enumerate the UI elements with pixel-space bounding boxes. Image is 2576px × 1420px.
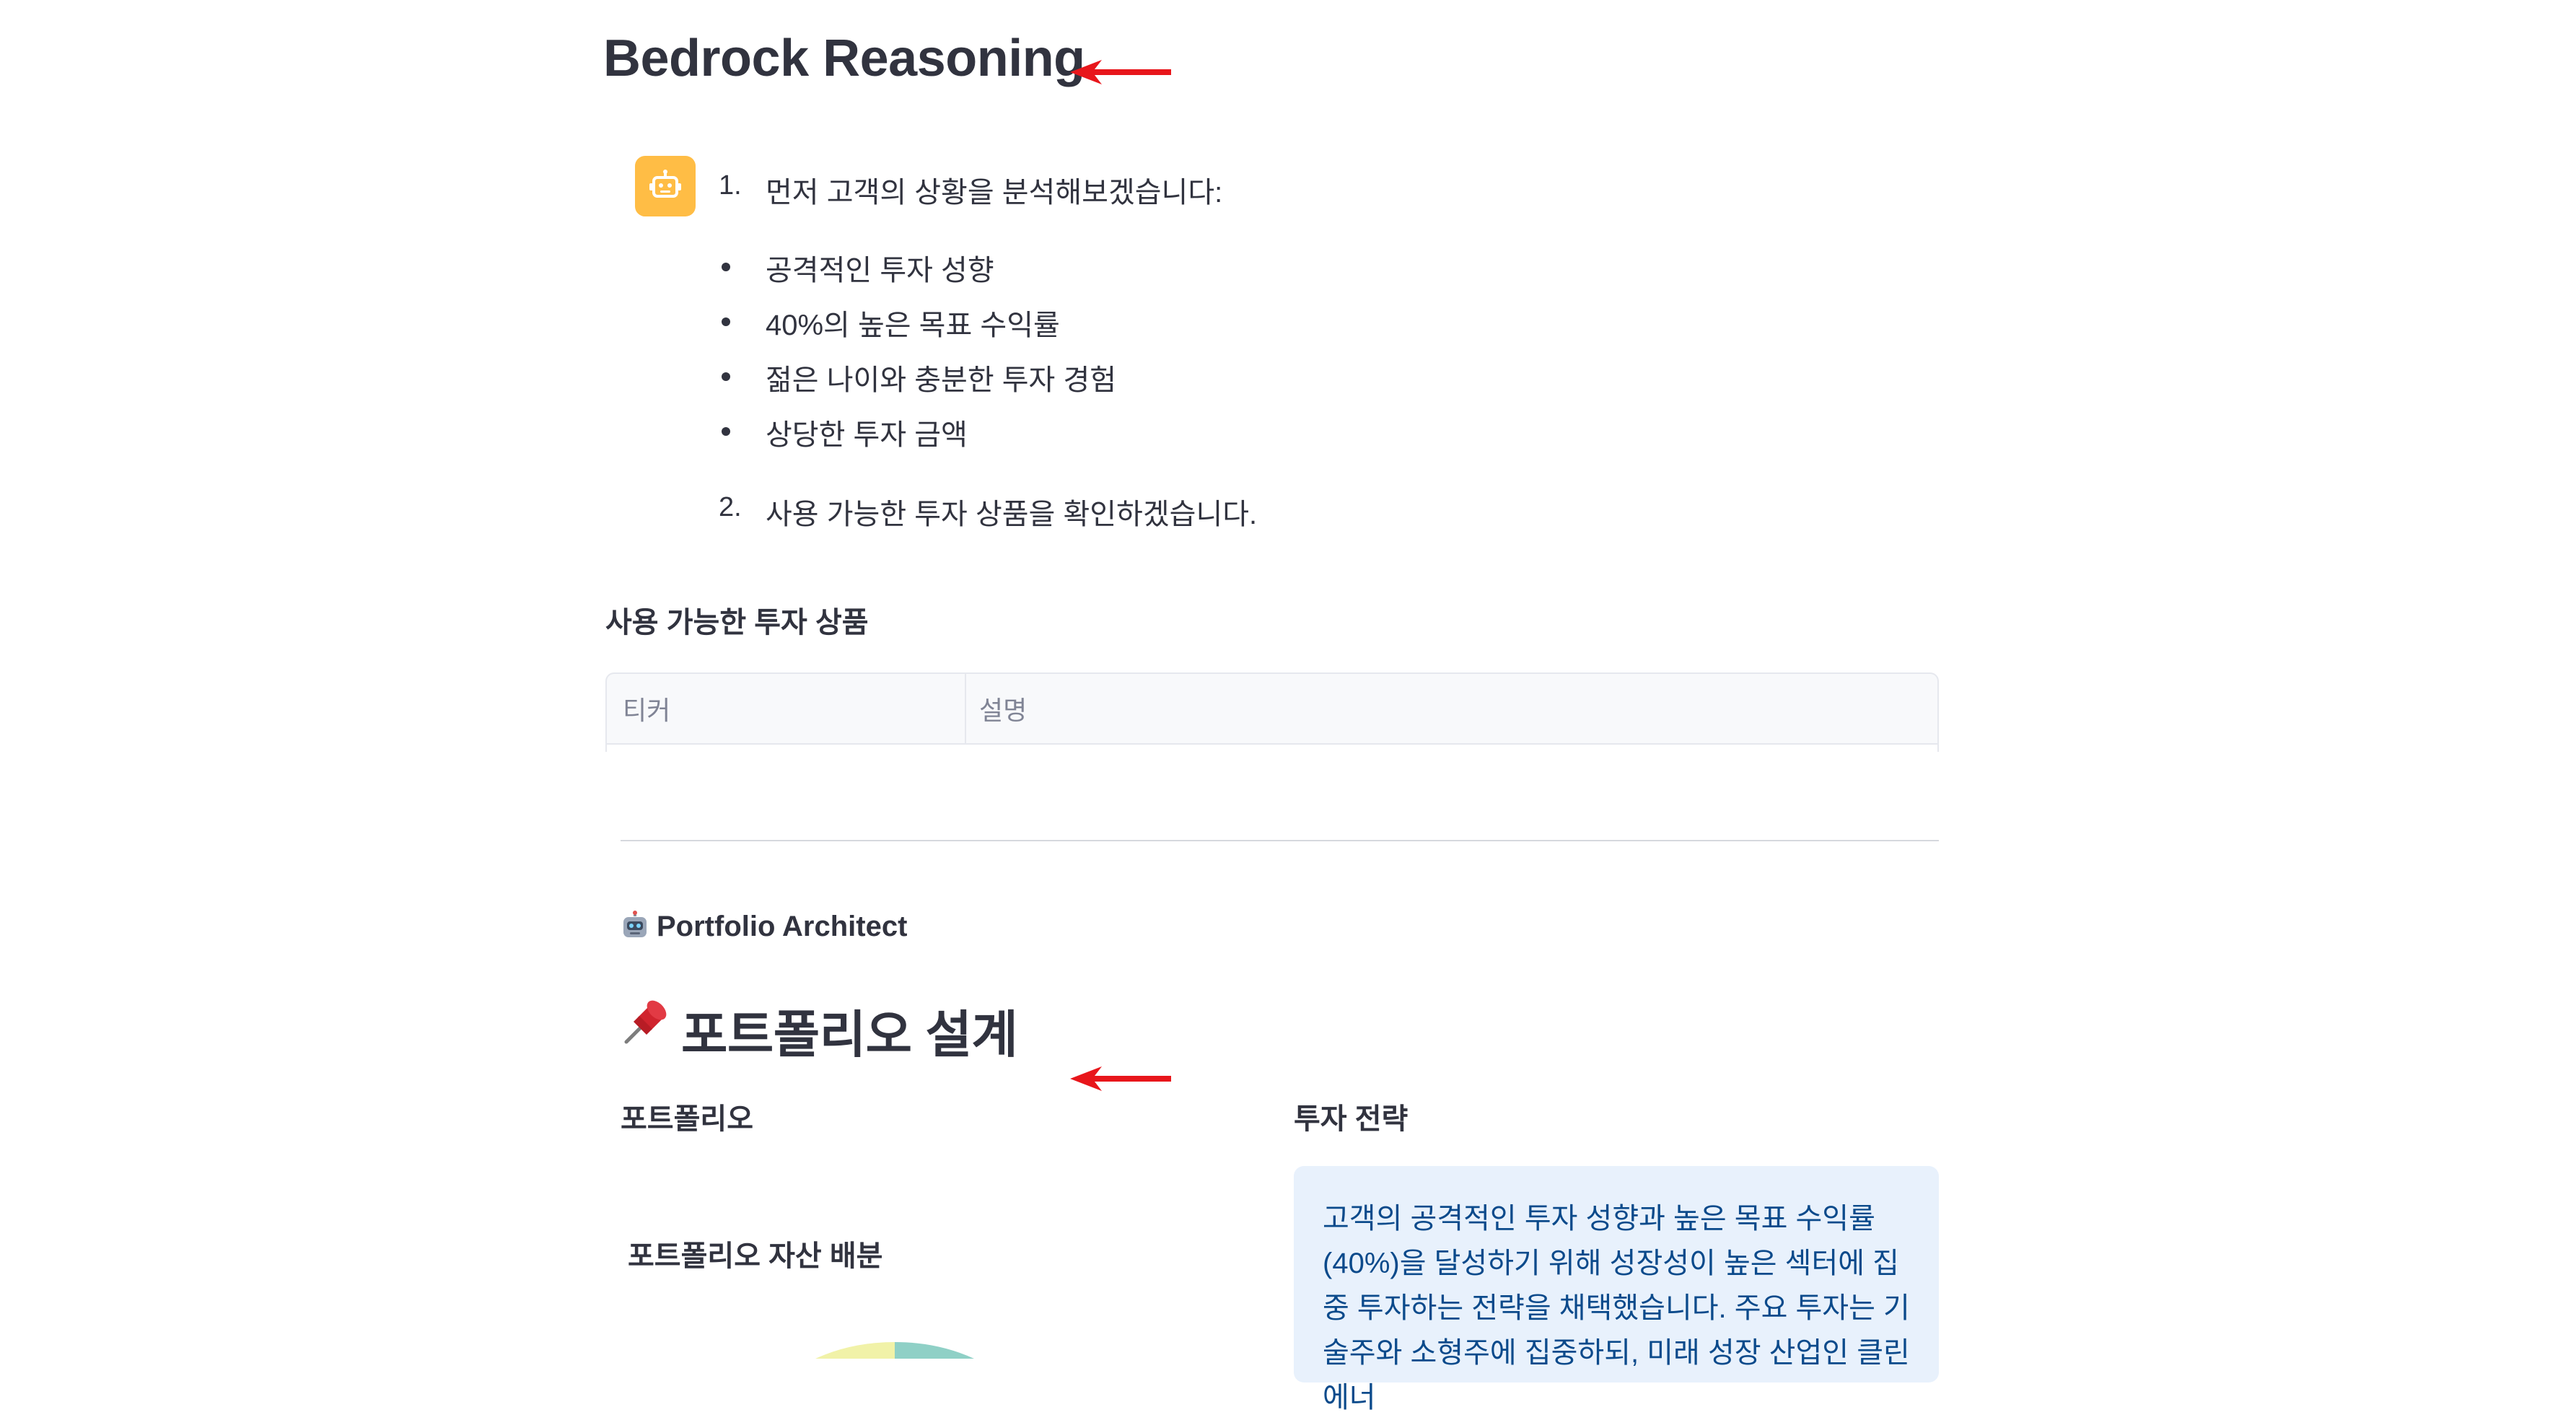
bullet-dot	[722, 427, 730, 436]
header-divider	[607, 743, 1937, 745]
section-title: 포트폴리오 설계	[681, 1007, 1018, 1063]
column-divider[interactable]	[965, 674, 966, 752]
annotation-arrow	[1070, 1066, 1171, 1091]
strategy-text: 고객의 공격적인 투자 성향과 높은 목표 수익률 (40%)을 달성하기 위해…	[1323, 1203, 1910, 1414]
strategy-info-box: 고객의 공격적인 투자 성향과 높은 목표 수익률 (40%)을 달성하기 위해…	[1294, 1166, 1939, 1414]
robot-icon	[649, 170, 681, 198]
products-heading: 사용 가능한 투자 상품	[605, 607, 869, 639]
step-text: 먼저 고객의 상황을 분석해보겠습니다:	[766, 177, 1223, 209]
step-number: 1.	[719, 170, 742, 201]
pushpin-icon	[619, 996, 673, 1049]
bullet-dot	[722, 372, 730, 381]
agent-caption: Portfolio Architect	[657, 911, 908, 942]
bullet-dot	[722, 263, 730, 271]
strategy-heading: 투자 전략	[1294, 1103, 1409, 1135]
assistant-avatar	[635, 156, 696, 216]
list-item: 40%의 높은 목표 수익률	[766, 310, 1060, 341]
annotation-arrow	[1070, 60, 1171, 84]
section-divider	[621, 840, 1939, 841]
list-item: 젊은 나이와 충분한 투자 경험	[766, 364, 1117, 396]
portfolio-heading: 포트폴리오	[621, 1103, 753, 1135]
bullet-dot	[722, 317, 730, 326]
step-number: 2.	[719, 492, 742, 522]
page-title: Bedrock Reasoning	[603, 30, 1085, 87]
products-table[interactable]: 티커 설명	[605, 672, 1939, 753]
pie-slice[interactable]	[815, 1342, 895, 1359]
column-header-description[interactable]: 설명	[979, 690, 1027, 727]
chart-title: 포트폴리오 자산 배분	[628, 1240, 883, 1272]
list-item: 상당한 투자 금액	[766, 419, 968, 451]
robot-icon	[621, 911, 649, 939]
pie-chart[interactable]	[808, 1342, 981, 1359]
pie-slice[interactable]	[895, 1342, 974, 1359]
table-body	[607, 745, 1937, 753]
list-item: 공격적인 투자 성향	[766, 255, 994, 286]
step-text: 사용 가능한 투자 상품을 확인하겠습니다.	[766, 499, 1258, 530]
column-header-ticker[interactable]: 티커	[623, 690, 670, 727]
